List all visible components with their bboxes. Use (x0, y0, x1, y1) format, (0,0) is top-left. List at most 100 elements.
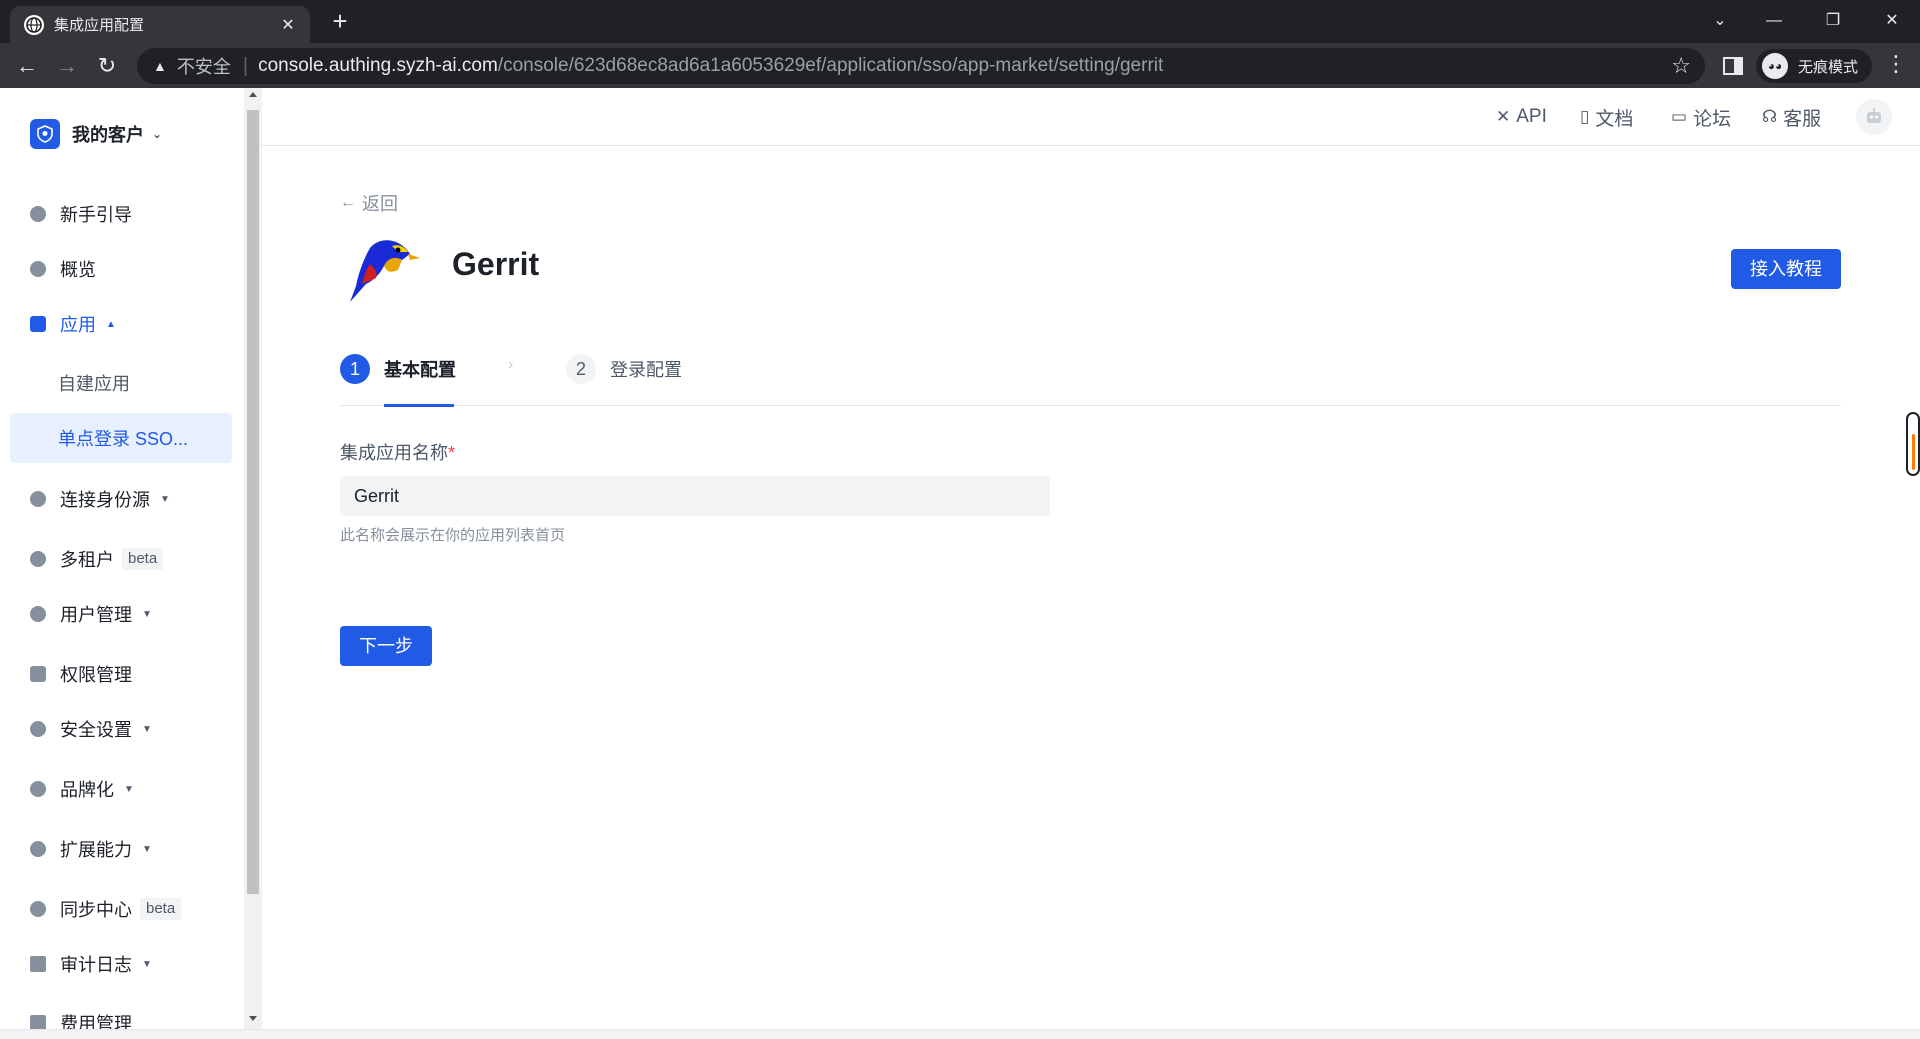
forum-link[interactable]: ▭ 论坛 (1671, 104, 1731, 130)
app-name-hint: 此名称会展示在你的应用列表首页 (340, 527, 566, 544)
caret-down-icon: ▼ (124, 783, 134, 795)
step-basic-config[interactable]: 1 基本配置 (340, 354, 456, 384)
bookmark-star-icon[interactable]: ☆ (1671, 53, 1691, 79)
reload-icon[interactable]: ↻ (92, 51, 122, 81)
page-scroll-indicator[interactable] (1906, 412, 1920, 476)
step-number: 2 (566, 354, 596, 384)
new-tab-icon[interactable]: + (326, 8, 354, 36)
scroll-up-icon[interactable] (249, 92, 257, 97)
warning-icon: ▲ (153, 58, 167, 74)
app-root: 我的客户 ⌄ 新手引导 概览 应用 ▲ 自建应用 单点登录 SSO... 连接身… (0, 88, 1920, 1039)
tenant-switcher[interactable]: 我的客户 ⌄ (30, 119, 162, 149)
header-bar: ✕ API ▯ 文档 ▭ 论坛 ☊ 客服 (262, 88, 1920, 146)
user-avatar[interactable] (1856, 99, 1892, 135)
sidebar-item-custom-apps[interactable]: 自建应用 (10, 358, 232, 408)
bottom-edge (0, 1029, 1920, 1039)
tab-title: 集成应用配置 (54, 17, 145, 34)
api-link[interactable]: ✕ API (1496, 104, 1547, 130)
steps-bar: 1 基本配置 › 2 登录配置 (340, 346, 1841, 407)
sidebar-item-label: 单点登录 SSO... (58, 429, 189, 449)
browser-tab-strip: 集成应用配置 ✕ + ⌄ — ❐ ✕ (0, 0, 1920, 43)
app-name-input[interactable] (340, 476, 1050, 516)
page-scroll-thumb[interactable] (1912, 434, 1915, 470)
next-step-button[interactable]: 下一步 (340, 626, 432, 666)
wallet-icon (30, 1015, 46, 1029)
beta-badge: beta (140, 898, 182, 920)
sidebar-item-applications[interactable]: 应用 ▲ (10, 299, 232, 349)
app-name-label-text: 集成应用名称 (340, 443, 448, 463)
share-icon (30, 491, 46, 507)
scroll-down-icon[interactable] (249, 1016, 257, 1021)
beta-badge: beta (122, 548, 164, 570)
forward-icon[interactable]: → (52, 51, 82, 81)
sidebar-item-label: 自建应用 (58, 374, 130, 394)
arrow-left-icon: ← (340, 194, 356, 211)
sidebar-item-label: 扩展能力 (60, 840, 132, 860)
close-tab-icon[interactable]: ✕ (278, 15, 298, 35)
minimize-icon[interactable]: — (1754, 6, 1794, 36)
sidebar-item-label: 连接身份源 (60, 490, 150, 510)
sidebar-item-identity-sources[interactable]: 连接身份源 ▼ (10, 474, 232, 524)
apps-grid-icon (30, 316, 46, 332)
caret-down-icon: ▼ (142, 723, 152, 735)
incognito-icon: ◕◕ (1762, 53, 1788, 79)
sidebar-item-label: 应用 (60, 315, 96, 335)
sidebar-item-branding[interactable]: 品牌化 ▼ (10, 764, 232, 814)
sidebar-item-label: 用户管理 (60, 605, 132, 625)
back-label: 返回 (362, 194, 398, 214)
restore-icon[interactable]: ❐ (1813, 6, 1853, 36)
integration-tutorial-button[interactable]: 接入教程 (1731, 249, 1841, 289)
app-name-label: 集成应用名称* (340, 439, 455, 465)
docs-label: 文档 (1595, 108, 1634, 130)
globe-icon (24, 14, 44, 35)
address-bar[interactable]: ▲ 不安全 | console.authing.syzh-ai.com /con… (137, 48, 1705, 84)
sidebar-scrollbar[interactable] (244, 88, 262, 1029)
sidebar-item-billing[interactable]: 费用管理 (10, 998, 232, 1029)
scrollbar-thumb[interactable] (247, 110, 259, 894)
tenant-icon (30, 551, 46, 567)
close-window-icon[interactable]: ✕ (1872, 6, 1912, 36)
browser-menu-icon[interactable]: ⋮ (1883, 51, 1909, 81)
pie-chart-icon (30, 261, 46, 277)
sidebar-item-onboarding[interactable]: 新手引导 (10, 189, 232, 239)
docs-link[interactable]: ▯ 文档 (1580, 104, 1633, 130)
sidebar-item-sync-center[interactable]: 同步中心 beta (10, 884, 232, 934)
step-login-config[interactable]: 2 登录配置 (566, 354, 682, 384)
sidebar-item-overview[interactable]: 概览 (10, 244, 232, 294)
back-icon[interactable]: ← (12, 51, 42, 81)
book-icon: ▯ (1580, 107, 1590, 126)
caret-down-icon: ▼ (142, 958, 152, 970)
sidebar-item-permissions[interactable]: 权限管理 (10, 649, 232, 699)
incognito-indicator[interactable]: ◕◕ 无痕模式 (1756, 49, 1873, 83)
step-label: 基本配置 (384, 360, 456, 380)
api-tools-icon: ✕ (1496, 107, 1511, 126)
message-icon: ▭ (1671, 107, 1688, 126)
sidebar: 我的客户 ⌄ 新手引导 概览 应用 ▲ 自建应用 单点登录 SSO... 连接身… (0, 88, 244, 1029)
sync-icon (30, 901, 46, 917)
sidebar-item-label: 费用管理 (60, 1014, 132, 1029)
sidebar-item-label: 同步中心 (60, 900, 132, 920)
headset-icon: ☊ (1762, 107, 1778, 126)
required-mark: * (448, 443, 456, 463)
side-panel-icon[interactable] (1720, 53, 1746, 79)
tenant-name: 我的客户 (72, 125, 144, 145)
caret-down-icon: ▼ (142, 608, 152, 620)
compass-icon (30, 206, 46, 222)
main-content: ← 返回 Gerrit 接入教程 1 基本配置 › 2 登录配置 集成应用名称*… (262, 146, 1920, 1029)
sidebar-item-sso[interactable]: 单点登录 SSO... (10, 413, 232, 463)
step-number: 1 (340, 354, 370, 384)
sidebar-item-security[interactable]: 安全设置 ▼ (10, 704, 232, 754)
browser-tab[interactable]: 集成应用配置 ✕ (10, 6, 310, 43)
url-domain: console.authing.syzh-ai.com (258, 55, 498, 76)
back-link[interactable]: ← 返回 (340, 190, 398, 216)
sidebar-item-extensions[interactable]: 扩展能力 ▼ (10, 824, 232, 874)
sidebar-item-multi-tenant[interactable]: 多租户 beta (10, 534, 232, 584)
tab-search-icon[interactable]: ⌄ (1700, 6, 1740, 36)
sidebar-item-label: 安全设置 (60, 720, 132, 740)
support-link[interactable]: ☊ 客服 (1762, 104, 1821, 130)
app-title: Gerrit (452, 246, 540, 282)
sidebar-item-audit-log[interactable]: 审计日志 ▼ (10, 939, 232, 989)
caret-down-icon: ▼ (160, 493, 170, 505)
sidebar-item-user-management[interactable]: 用户管理 ▼ (10, 589, 232, 639)
shield-logo-icon (30, 119, 60, 149)
